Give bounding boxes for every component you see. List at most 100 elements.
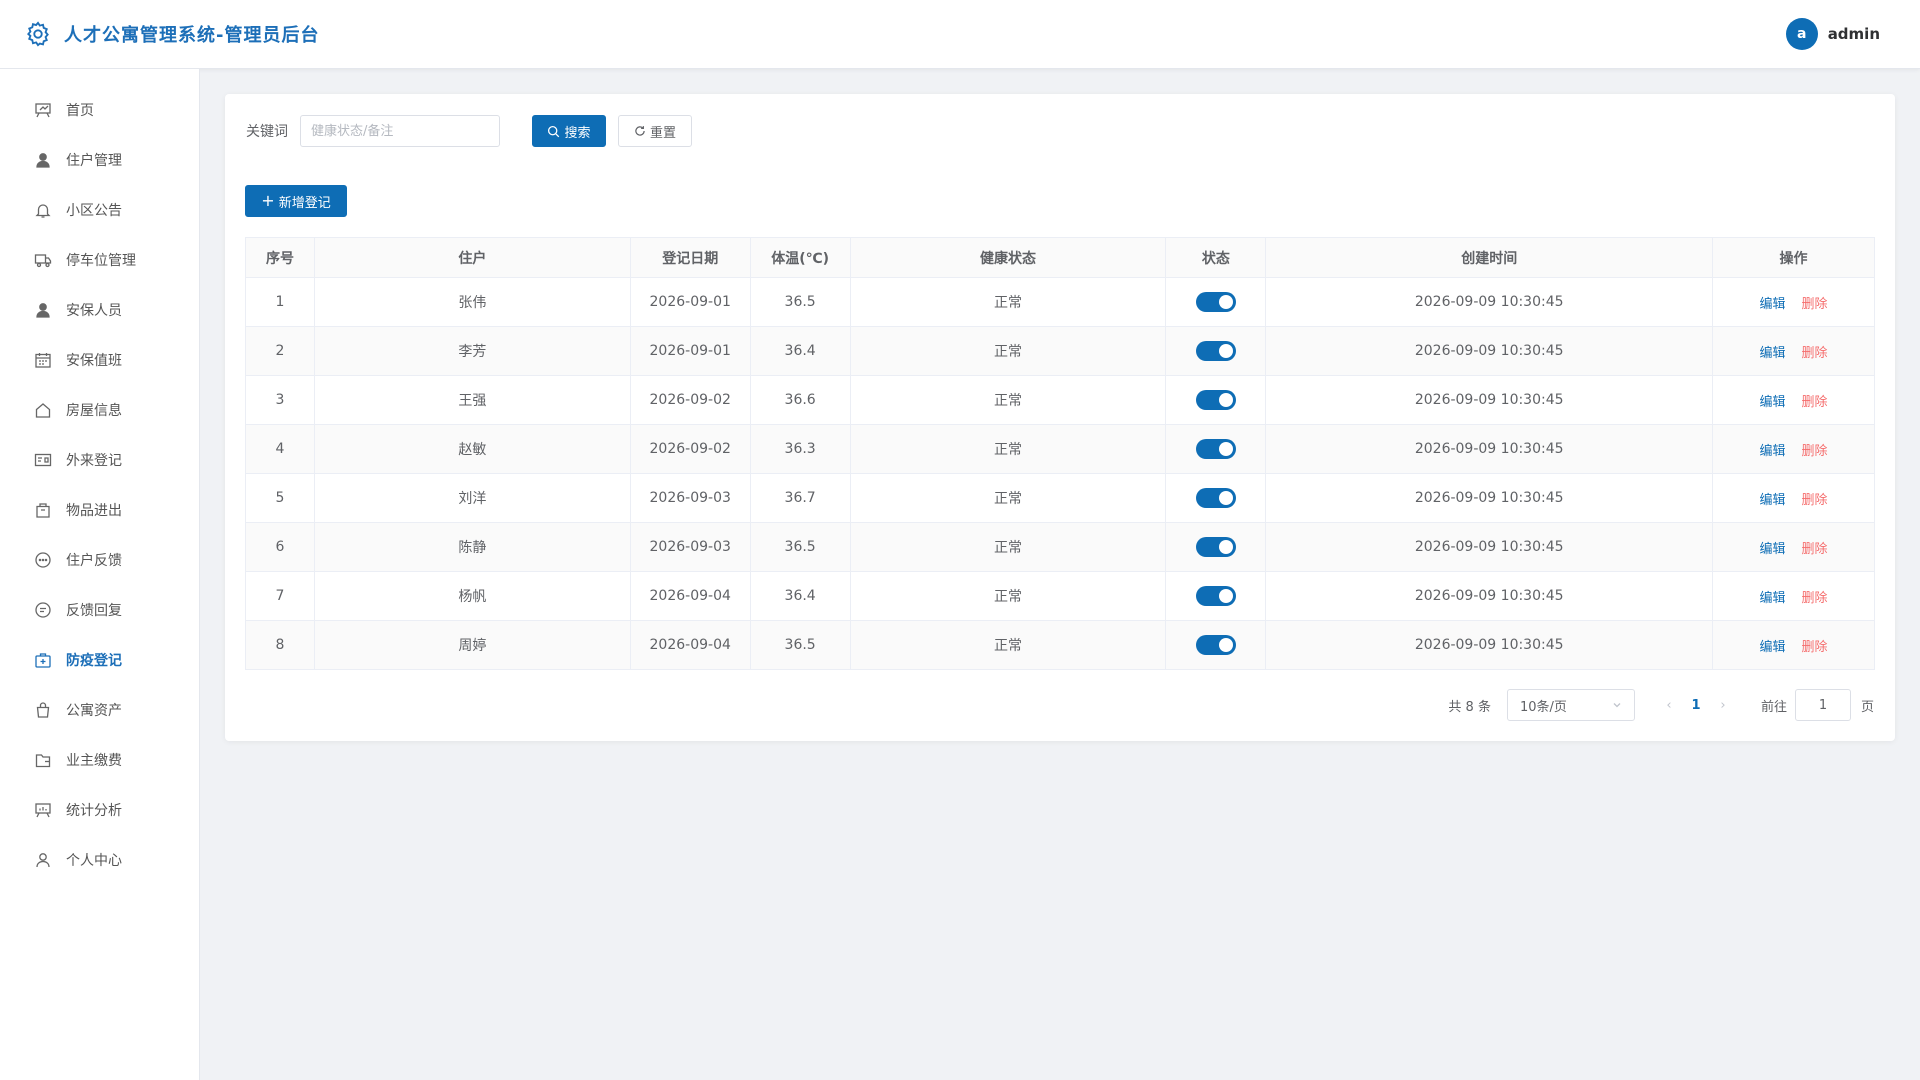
- sidebar-item-0[interactable]: 首页: [0, 85, 199, 135]
- delete-button[interactable]: 删除: [1802, 297, 1828, 312]
- cell-temperature: 36.4: [750, 326, 851, 376]
- edit-button[interactable]: 编辑: [1760, 395, 1786, 410]
- prev-page-icon[interactable]: ‹: [1659, 698, 1679, 713]
- reset-button-label: 重置: [649, 125, 676, 141]
- user-menu[interactable]: a admin: [1785, 18, 1880, 50]
- cell-resident: 刘洋: [314, 473, 631, 523]
- cell-resident: 王强: [314, 375, 631, 425]
- cell-no: 8: [245, 620, 315, 670]
- avatar[interactable]: a: [1785, 18, 1818, 50]
- page-suffix: 页: [1860, 699, 1874, 715]
- cell-actions: 编辑 删除: [1712, 522, 1875, 572]
- sidebar-item-3[interactable]: 停车位管理: [0, 235, 199, 285]
- sidebar-item-15[interactable]: 个人中心: [0, 835, 199, 885]
- edit-button[interactable]: 编辑: [1760, 591, 1786, 606]
- sidebar-item-8[interactable]: 物品进出: [0, 485, 199, 535]
- cell-no: 2: [245, 326, 315, 376]
- edit-button[interactable]: 编辑: [1760, 542, 1786, 557]
- main-card: 关键词 搜索 重置 + 新增登记 序号住户登记日期体温(℃)健康状态状态创建时间…: [225, 94, 1895, 741]
- sidebar-item-label: 安保值班: [66, 353, 122, 369]
- cell-resident: 赵敏: [314, 424, 631, 474]
- cell-actions: 编辑 删除: [1712, 620, 1875, 670]
- username[interactable]: admin: [1828, 25, 1880, 43]
- search-input[interactable]: [300, 115, 500, 147]
- delete-button[interactable]: 删除: [1802, 640, 1828, 655]
- cell-status: [1165, 326, 1267, 376]
- cell-actions: 编辑 删除: [1712, 277, 1875, 327]
- status-toggle[interactable]: [1195, 586, 1236, 606]
- column-header: 健康状态: [849, 237, 1167, 278]
- sidebar-item-5[interactable]: 安保值班: [0, 335, 199, 385]
- sidebar-item-4[interactable]: 安保人员: [0, 285, 199, 335]
- delete-button[interactable]: 删除: [1802, 493, 1828, 508]
- sidebar-item-1[interactable]: 住户管理: [0, 135, 199, 185]
- app-title: 人才公寓管理系统-管理员后台: [64, 25, 320, 46]
- sidebar-item-11[interactable]: 防疫登记: [0, 635, 199, 685]
- sidebar-item-label: 防疫登记: [66, 653, 122, 669]
- cell-no: 7: [245, 571, 315, 621]
- cell-date: 2026-09-04: [630, 620, 751, 670]
- status-toggle[interactable]: [1195, 390, 1236, 410]
- cell-health: 正常: [850, 522, 1167, 572]
- reset-button[interactable]: 重置: [618, 115, 692, 147]
- search-button[interactable]: 搜索: [532, 115, 606, 147]
- delete-button[interactable]: 删除: [1802, 542, 1828, 557]
- edit-button[interactable]: 编辑: [1760, 346, 1786, 361]
- cell-date: 2026-09-03: [630, 522, 751, 572]
- edit-button[interactable]: 编辑: [1760, 297, 1786, 312]
- column-header: 住户: [313, 237, 631, 278]
- status-toggle[interactable]: [1195, 488, 1236, 508]
- cell-date: 2026-09-02: [630, 424, 751, 474]
- column-header: 序号: [245, 237, 315, 278]
- cell-resident: 李芳: [314, 326, 631, 376]
- sidebar-item-label: 住户反馈: [66, 553, 122, 569]
- gear-icon: [27, 21, 49, 47]
- sidebar-item-2[interactable]: 小区公告: [0, 185, 199, 235]
- delete-button[interactable]: 删除: [1802, 346, 1828, 361]
- truck-icon: [34, 254, 52, 268]
- sidebar-item-6[interactable]: 房屋信息: [0, 385, 199, 435]
- page-size-select[interactable]: 10条/页: [1506, 689, 1635, 721]
- delete-button[interactable]: 删除: [1802, 444, 1828, 459]
- cell-no: 1: [245, 277, 315, 327]
- sidebar-item-10[interactable]: 反馈回复: [0, 585, 199, 635]
- brand: 人才公寓管理系统-管理员后台: [24, 20, 319, 48]
- next-page-icon[interactable]: ›: [1713, 698, 1733, 713]
- status-toggle[interactable]: [1195, 439, 1236, 459]
- chevron-down-icon: [1613, 703, 1621, 708]
- sidebar-item-label: 外来登记: [66, 453, 122, 469]
- sidebar-item-12[interactable]: 公寓资产: [0, 685, 199, 735]
- delete-button[interactable]: 删除: [1802, 395, 1828, 410]
- sidebar-item-7[interactable]: 外来登记: [0, 435, 199, 485]
- add-record-button[interactable]: + 新增登记: [245, 185, 347, 217]
- edit-button[interactable]: 编辑: [1760, 444, 1786, 459]
- cell-temperature: 36.5: [750, 522, 851, 572]
- edit-button[interactable]: 编辑: [1760, 640, 1786, 655]
- sidebar-item-13[interactable]: 业主缴费: [0, 735, 199, 785]
- user-icon: [36, 303, 50, 318]
- page-number-current[interactable]: 1: [1679, 698, 1713, 713]
- house-icon: [35, 403, 51, 418]
- cell-health: 正常: [850, 424, 1167, 474]
- status-toggle[interactable]: [1195, 341, 1236, 361]
- goto-page-input[interactable]: [1794, 689, 1851, 721]
- edit-button[interactable]: 编辑: [1760, 493, 1786, 508]
- search-bar: 关键词 搜索 重置: [246, 115, 692, 147]
- id-card-icon: [34, 453, 52, 467]
- chat-lines-icon: [35, 602, 51, 618]
- cell-actions: 编辑 删除: [1712, 473, 1875, 523]
- cell-date: 2026-09-04: [630, 571, 751, 621]
- status-toggle[interactable]: [1195, 635, 1236, 655]
- sidebar-item-9[interactable]: 住户反馈: [0, 535, 199, 585]
- cell-no: 4: [245, 424, 315, 474]
- sidebar-item-14[interactable]: 统计分析: [0, 785, 199, 835]
- status-toggle[interactable]: [1195, 292, 1236, 312]
- page-size-value: 10条/页: [1519, 699, 1567, 715]
- table-row: 7 杨帆 2026-09-04 36.4 正常 2026-09-09 10:30:45 编辑…: [245, 571, 1875, 621]
- sidebar-item-label: 安保人员: [66, 303, 122, 319]
- status-toggle[interactable]: [1195, 537, 1236, 557]
- table-row: 2 李芳 2026-09-01 36.4 正常 2026-09-09 10:30:45 编辑…: [245, 326, 1875, 376]
- cell-no: 3: [245, 375, 315, 425]
- delete-button[interactable]: 删除: [1802, 591, 1828, 606]
- column-header: 状态: [1165, 237, 1267, 278]
